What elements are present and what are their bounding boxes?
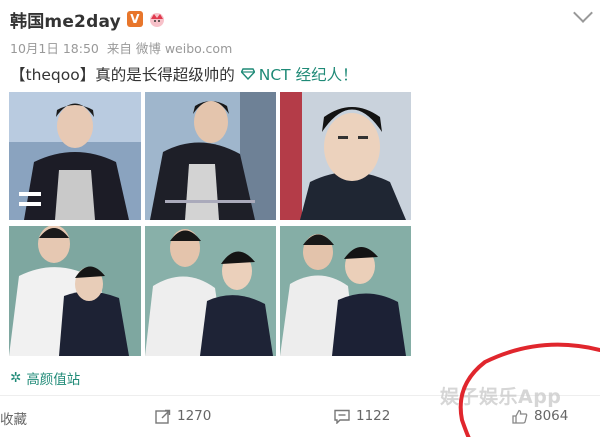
repost-icon — [155, 409, 171, 424]
photo-4[interactable] — [9, 226, 141, 356]
post-timestamp: 10月1日 18:50 — [10, 41, 99, 56]
post-source[interactable]: 微博 weibo.com — [136, 41, 232, 56]
favorite-button[interactable]: 收藏 — [0, 408, 27, 428]
photo-2[interactable] — [145, 92, 276, 220]
photo-6[interactable] — [280, 226, 411, 356]
source-prefix: 来自 — [106, 41, 132, 56]
topic-link[interactable]: NCT 经纪人！ — [240, 63, 358, 85]
comment-button[interactable]: 1122 — [334, 408, 390, 424]
photo-5[interactable] — [145, 226, 276, 356]
comment-count: 1122 — [356, 408, 391, 424]
thumbs-up-icon — [512, 409, 528, 424]
like-count: 8064 — [534, 408, 569, 424]
favorite-label: 收藏 — [0, 412, 27, 428]
photo-3[interactable] — [280, 92, 411, 220]
location-icon: ✲ — [10, 370, 22, 386]
location-link[interactable]: ✲ 高颜值站 — [10, 368, 80, 388]
location-label: 高颜值站 — [26, 372, 81, 388]
topic-label: NCT 经纪人！ — [258, 66, 358, 84]
diamond-icon — [240, 68, 255, 80]
verified-badge-icon: V — [126, 11, 143, 27]
username[interactable]: 韩国me2day — [10, 7, 121, 32]
repost-button[interactable]: 1270 — [155, 408, 211, 424]
post-header: 韩国me2day V — [10, 5, 166, 33]
post-body: 【theqoo】真的是长得超级帅的 NCT 经纪人！ — [10, 63, 358, 85]
watermark: 娱子娱乐App — [440, 386, 562, 408]
like-button[interactable]: 8064 — [512, 408, 568, 424]
crown-badge-icon — [148, 11, 166, 27]
post-meta: 10月1日 18:50 来自 微博 weibo.com — [10, 38, 236, 57]
comment-icon — [334, 409, 350, 424]
photo-1[interactable] — [9, 92, 141, 220]
post-text: 【theqoo】真的是长得超级帅的 — [10, 66, 235, 84]
repost-count: 1270 — [177, 408, 212, 424]
chevron-down-icon[interactable] — [573, 3, 593, 23]
